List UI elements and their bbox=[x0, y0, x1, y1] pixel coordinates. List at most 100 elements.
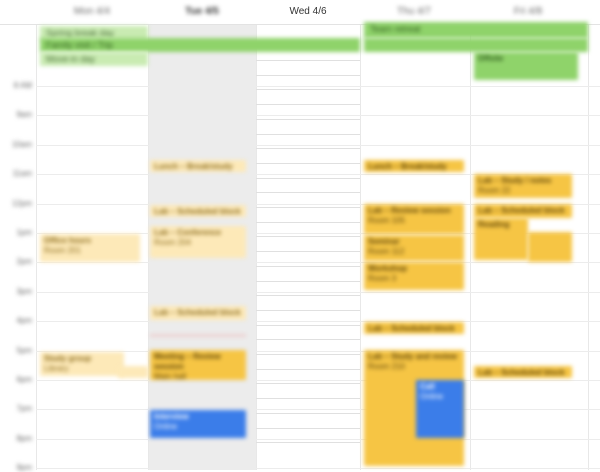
event-location: Library bbox=[44, 364, 69, 373]
column-divider bbox=[36, 0, 37, 470]
day-header-wed[interactable]: Wed 4/6 bbox=[256, 6, 360, 17]
hour-gridline bbox=[36, 380, 600, 381]
half-hour-gridline bbox=[256, 222, 360, 223]
hour-label: 1pm bbox=[16, 228, 32, 237]
event-title: Study group bbox=[44, 354, 92, 363]
event-title: Lab – Review session bbox=[368, 206, 451, 215]
event-title: Lab – Scheduled block bbox=[154, 308, 241, 317]
event-title: Lab – Study and review bbox=[368, 352, 457, 361]
calendar-event[interactable] bbox=[528, 232, 572, 262]
hour-gridline bbox=[36, 86, 600, 87]
half-hour-gridline bbox=[256, 104, 360, 105]
half-hour-gridline bbox=[256, 89, 360, 90]
half-hour-gridline bbox=[256, 251, 360, 252]
half-hour-gridline bbox=[256, 354, 360, 355]
allday-event[interactable] bbox=[364, 38, 588, 52]
event-location: Online bbox=[154, 422, 178, 431]
event-title: Call bbox=[420, 382, 435, 391]
event-location: Room 3 bbox=[368, 274, 397, 283]
half-hour-gridline bbox=[256, 236, 360, 237]
calendar-event[interactable]: Reading bbox=[474, 218, 528, 260]
allday-event[interactable]: Move-in day bbox=[40, 52, 148, 66]
hour-label: 3pm bbox=[16, 287, 32, 296]
calendar-event[interactable]: Lab – Scheduled block bbox=[474, 204, 572, 218]
calendar-week-view: Mon 4/4 Tue 4/5 Wed 4/6 Thu 4/7 Fri 4/8 … bbox=[0, 0, 600, 472]
hour-label: 2pm bbox=[16, 257, 32, 266]
hour-gridline bbox=[36, 262, 600, 263]
day-header-fri[interactable]: Fri 4/8 bbox=[476, 6, 580, 17]
calendar-event[interactable]: Workshop Room 3 bbox=[364, 262, 464, 290]
hour-label: 6pm bbox=[16, 375, 32, 384]
calendar-event[interactable]: Study group Library bbox=[40, 352, 124, 376]
hour-label: 9am bbox=[16, 110, 32, 119]
calendar-event[interactable]: Office hours Room 201 bbox=[40, 234, 140, 262]
event-location: Room 112 bbox=[368, 247, 405, 256]
day-header-tue[interactable]: Tue 4/5 bbox=[150, 6, 254, 17]
hour-label: 7pm bbox=[16, 404, 32, 413]
event-location: Room 210 bbox=[368, 362, 405, 371]
hour-gridline bbox=[36, 145, 600, 146]
calendar-event[interactable]: Seminar Room 112 bbox=[364, 235, 464, 261]
event-title: Lunch – Break/study bbox=[368, 162, 447, 171]
allday-event[interactable]: Offsite bbox=[474, 52, 578, 80]
calendar-event[interactable]: Lab – Scheduled block bbox=[150, 306, 246, 320]
half-hour-gridline bbox=[256, 134, 360, 135]
event-title: Lab – Scheduled block bbox=[478, 368, 565, 377]
hour-gridline bbox=[36, 468, 600, 469]
half-hour-gridline bbox=[256, 295, 360, 296]
column-divider bbox=[256, 0, 257, 470]
calendar-event[interactable]: Lab – Conference Room 204 bbox=[150, 226, 246, 258]
event-title: Lunch – Break/study bbox=[154, 162, 233, 171]
calendar-event[interactable]: Meeting – Review session Main hall bbox=[150, 350, 246, 380]
day-header-thu[interactable]: Thu 4/7 bbox=[362, 6, 466, 17]
half-hour-gridline bbox=[256, 266, 360, 267]
half-hour-gridline bbox=[256, 442, 360, 443]
hour-gridline bbox=[36, 292, 600, 293]
event-title: Seminar bbox=[368, 237, 400, 246]
half-hour-gridline bbox=[256, 310, 360, 311]
calendar-event[interactable]: Call Online bbox=[416, 380, 464, 438]
calendar-event[interactable]: Interview Online bbox=[150, 410, 246, 438]
event-title: Offsite bbox=[478, 54, 504, 63]
hour-gridline bbox=[36, 409, 600, 410]
half-hour-gridline bbox=[256, 281, 360, 282]
half-hour-gridline bbox=[256, 148, 360, 149]
event-title: Lab – Scheduled block bbox=[368, 324, 455, 333]
hour-label: 12pm bbox=[11, 199, 32, 208]
hour-gridline bbox=[36, 115, 600, 116]
column-divider bbox=[148, 0, 149, 470]
event-title: Lab – Conference bbox=[154, 228, 222, 237]
hour-label: 11am bbox=[12, 169, 32, 178]
calendar-event[interactable]: Lab – Scheduled block bbox=[364, 322, 464, 334]
half-hour-gridline bbox=[256, 325, 360, 326]
event-title: Workshop bbox=[368, 264, 407, 273]
column-divider bbox=[360, 0, 361, 470]
hour-label: 8 AM bbox=[13, 81, 32, 90]
day-header-mon[interactable]: Mon 4/4 bbox=[40, 6, 144, 17]
calendar-event[interactable]: Lab – Study / notes Room 22 bbox=[474, 174, 572, 198]
allday-event[interactable]: Family visit / Trip bbox=[40, 38, 360, 52]
event-location: Room 22 bbox=[478, 186, 511, 195]
calendar-event[interactable]: Lab – Scheduled block bbox=[150, 205, 246, 217]
hour-gridline bbox=[36, 321, 600, 322]
allday-event[interactable]: Team retreat bbox=[364, 22, 588, 38]
hour-label: 8pm bbox=[16, 434, 32, 443]
calendar-event[interactable]: Lunch – Break/study bbox=[150, 160, 246, 172]
calendar-event[interactable] bbox=[118, 366, 148, 378]
half-hour-gridline bbox=[256, 428, 360, 429]
half-hour-gridline bbox=[256, 119, 360, 120]
current-time-line bbox=[150, 335, 246, 336]
half-hour-gridline bbox=[256, 413, 360, 414]
column-divider bbox=[588, 0, 589, 470]
half-hour-gridline bbox=[256, 207, 360, 208]
event-location: Room 105 bbox=[368, 216, 405, 225]
half-hour-gridline bbox=[256, 192, 360, 193]
calendar-event[interactable]: Lunch – Break/study bbox=[364, 160, 464, 172]
calendar-event[interactable]: Lab – Review session Room 105 bbox=[364, 204, 464, 234]
calendar-event[interactable]: Lab – Scheduled block bbox=[474, 366, 572, 378]
event-title: Lab – Study / notes bbox=[478, 176, 552, 185]
hour-gridline bbox=[36, 439, 600, 440]
hour-label: 5pm bbox=[16, 346, 32, 355]
half-hour-gridline bbox=[256, 383, 360, 384]
column-divider bbox=[470, 0, 471, 470]
